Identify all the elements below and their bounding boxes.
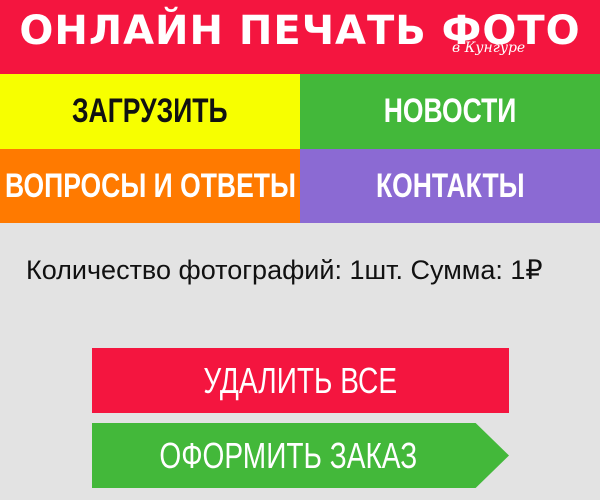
nav-contacts[interactable]: КОНТАКТЫ [300, 149, 600, 223]
delete-all-label: УДАЛИТЬ ВСЕ [203, 359, 398, 401]
nav-upload-label: ЗАГРУЗИТЬ [72, 92, 228, 130]
site-logo-subtitle: в Кунгуре [452, 40, 526, 56]
nav-contacts-label: КОНТАКТЫ [375, 166, 525, 205]
nav-faq-label: ВОПРОСЫ И ОТВЕТЫ [4, 166, 296, 205]
nav-news[interactable]: НОВОСТИ [300, 74, 600, 149]
site-header: ОНЛАЙН ПЕЧАТЬ ФОТО в Кунгуре [0, 0, 600, 74]
nav-faq[interactable]: ВОПРОСЫ И ОТВЕТЫ [0, 149, 300, 223]
checkout-button[interactable]: ОФОРМИТЬ ЗАКАЗ [92, 423, 509, 488]
delete-all-button[interactable]: УДАЛИТЬ ВСЕ [92, 348, 509, 413]
checkout-label: ОФОРМИТЬ ЗАКАЗ [159, 434, 418, 476]
nav-news-label: НОВОСТИ [383, 92, 517, 130]
order-summary: Количество фотографий: 1шт. Сумма: 1₽ [26, 255, 543, 285]
nav-upload[interactable]: ЗАГРУЗИТЬ [0, 74, 300, 149]
